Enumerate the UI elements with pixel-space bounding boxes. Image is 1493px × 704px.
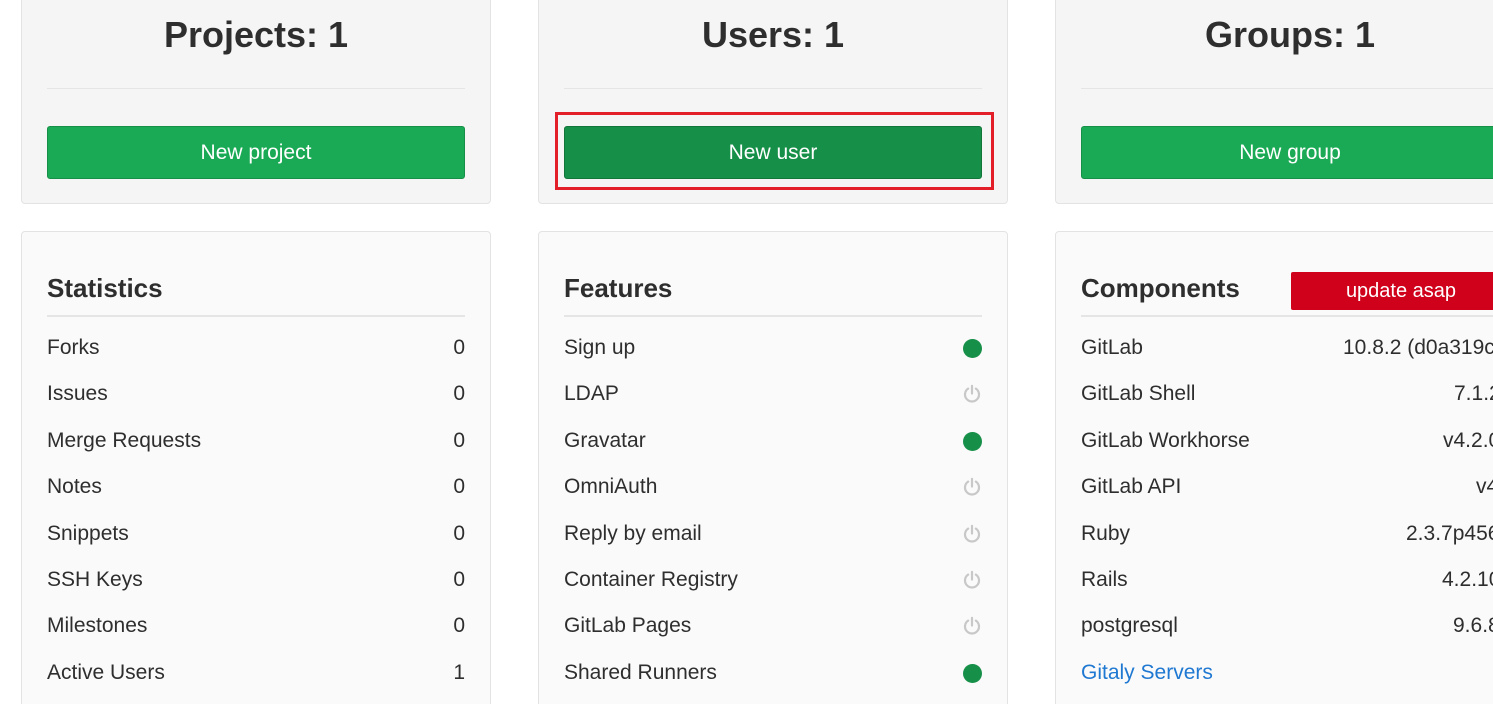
row-label: Shared Runners [564,660,717,684]
groups-count-title: Groups: 1 [1204,14,1375,55]
statistics-row-ssh-keys: SSH Keys 0 [47,562,465,608]
divider [47,315,465,317]
row-label: Notes [47,475,102,499]
row-label: Sign up [564,336,636,359]
row-label: Merge Requests [47,428,202,452]
row-value: 0 [453,336,465,359]
row-label: OmniAuth [564,475,658,499]
row-label: postgresql [1081,614,1178,638]
component-row-ruby: Ruby 2.3.7p456 [1081,516,1493,562]
component-row-postgresql: postgresql 9.6.8 [1081,608,1493,654]
feature-row-container-registry: Container Registry [564,562,982,608]
divider [47,88,465,89]
row-label: Active Users [47,660,165,684]
power-icon [963,385,981,403]
users-count-title: Users: 1 [701,14,845,55]
row-label: Snippets [47,521,129,545]
components-title: Components [1081,273,1240,303]
feature-row-ldap: LDAP [564,376,982,422]
row-label: GitLab Shell [1081,382,1196,406]
row-label: GitLab API [1081,475,1182,499]
component-row-rails: Rails 4.2.10 [1081,562,1493,608]
row-label: Gravatar [564,428,646,452]
row-label: Issues [47,382,108,406]
status-dot-icon [963,431,982,451]
feature-row-gitlab-pages: GitLab Pages [564,608,982,654]
statistics-title: Statistics [47,273,163,303]
statistics-row-milestones: Milestones 0 [47,608,465,654]
row-label: Reply by email [564,521,702,545]
projects-count-title: Projects: 1 [163,14,349,55]
new-project-button[interactable]: New project [47,126,465,179]
power-icon [963,477,981,496]
row-label: GitLab Pages [564,614,692,638]
component-row-gitlab-shell: GitLab Shell 7.1.2 [1081,376,1493,422]
divider [1081,315,1493,317]
row-label: GitLab [1081,336,1143,359]
projects-card: Projects: 1 New project [21,0,491,204]
statistics-row-forks: Forks 0 [47,330,465,376]
power-icon [963,524,981,543]
row-value: 2.3.7p456 [1406,521,1493,545]
features-title: Features [564,273,673,303]
row-value: 4.2.10 [1442,567,1493,591]
statistics-row-merge-requests: Merge Requests 0 [47,423,465,469]
components-card: Components update asap GitLab 10.8.2 (d0… [1055,231,1493,704]
row-value: v4 [1476,475,1493,499]
row-value: 10.8.2 (d0a319c [1343,336,1493,359]
divider [564,315,982,317]
component-row-gitaly-servers: Gitaly Servers [1081,655,1493,701]
row-value: 0 [453,428,465,452]
row-value: 0 [453,475,465,499]
row-label: Forks [47,336,100,359]
row-label: Ruby [1081,521,1131,545]
row-label: GitLab Workhorse [1081,428,1250,452]
update-asap-badge[interactable]: update asap [1291,272,1493,310]
gitaly-servers-link[interactable]: Gitaly Servers [1081,655,1213,691]
features-list: Sign up LDAP Gravatar OmniAuth Reply by … [564,330,982,701]
statistics-row-notes: Notes 0 [47,469,465,515]
row-value: 0 [453,567,465,591]
component-row-gitlab-api: GitLab API v4 [1081,469,1493,515]
row-value: 0 [453,382,465,406]
new-user-button[interactable]: New user [564,126,982,179]
row-value: 1 [453,660,465,684]
row-value: v4.2.0 [1443,428,1493,452]
admin-dashboard: Projects: 1 New project Users: 1 New use… [0,0,1493,704]
status-dot-icon [963,339,982,358]
power-icon [963,570,981,589]
statistics-card: Statistics Forks 0 Issues 0 Merge Reques… [21,231,491,704]
row-label: SSH Keys [47,567,143,591]
statistics-row-active-users: Active Users 1 [47,655,465,701]
features-card: Features Sign up LDAP Gravatar OmniAuth [538,231,1008,704]
row-value: 9.6.8 [1453,614,1493,638]
row-label: Container Registry [564,567,738,591]
divider [564,88,982,89]
statistics-row-snippets: Snippets 0 [47,516,465,562]
statistics-list: Forks 0 Issues 0 Merge Requests 0 Notes … [47,330,465,701]
status-dot-icon [963,663,982,683]
divider [1081,88,1493,89]
row-value: 7.1.2 [1454,382,1493,406]
power-icon [963,617,981,635]
feature-row-reply-by-email: Reply by email [564,516,982,562]
new-group-button[interactable]: New group [1081,126,1493,179]
feature-row-shared-runners: Shared Runners [564,655,982,701]
component-row-gitlab-workhorse: GitLab Workhorse v4.2.0 [1081,423,1493,469]
row-value: 0 [453,521,465,545]
components-list: GitLab 10.8.2 (d0a319c GitLab Shell 7.1.… [1081,330,1493,701]
feature-row-omniauth: OmniAuth [564,469,982,515]
row-label: Milestones [47,614,148,638]
groups-card: Groups: 1 New group [1055,0,1493,204]
row-label: Rails [1081,567,1128,591]
users-card: Users: 1 New user [538,0,1008,204]
feature-row-sign-up: Sign up [564,330,982,376]
component-row-gitlab: GitLab 10.8.2 (d0a319c [1081,330,1493,376]
feature-row-gravatar: Gravatar [564,423,982,469]
statistics-row-issues: Issues 0 [47,376,465,422]
row-label: LDAP [564,382,619,406]
row-value: 0 [453,614,465,638]
